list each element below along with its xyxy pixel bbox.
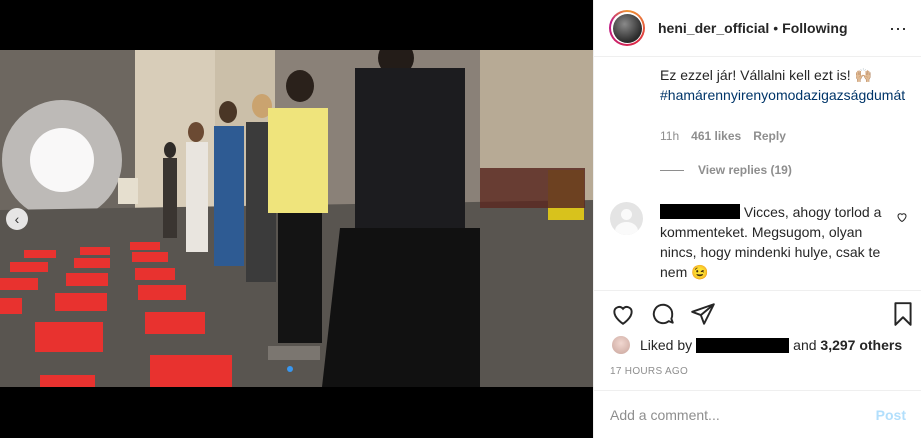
comment-text: Ez ezzel jár! Vállalni kell ezt is! 🙌🏼 #… xyxy=(660,65,910,105)
liked-by-prefix: Liked by xyxy=(640,337,693,353)
view-replies-button[interactable]: View replies (19) xyxy=(660,163,792,177)
comment-icon[interactable] xyxy=(650,301,676,327)
commenter-avatar[interactable] xyxy=(610,202,643,235)
carousel-dots xyxy=(287,366,293,372)
instagram-post-view: ‹ heni_der_official • Following ⋯ Ez ezz… xyxy=(0,0,921,438)
liked-by-and: and xyxy=(793,337,817,353)
comment-likes[interactable]: 461 likes xyxy=(691,129,741,143)
comment-like-heart-icon[interactable] xyxy=(896,211,908,223)
chevron-left-icon: ‹ xyxy=(14,211,20,227)
comment-body: Ez ezzel jár! Vállalni kell ezt is! 🙌🏼 xyxy=(660,67,872,83)
view-replies-label: View replies (19) xyxy=(698,163,792,177)
avatar-inner xyxy=(611,12,643,44)
comment-text: Vicces, ahogy torlod a kommenteket. Megs… xyxy=(660,202,896,282)
reply-button[interactable]: Reply xyxy=(753,129,786,143)
replies-divider xyxy=(660,169,684,171)
header-separator: • xyxy=(773,20,779,36)
post-side-panel: heni_der_official • Following ⋯ Ez ezzel… xyxy=(593,0,921,438)
add-comment-input[interactable] xyxy=(610,406,876,423)
add-comment-bar: Post xyxy=(594,390,921,438)
carousel-dot-active xyxy=(287,366,293,372)
avatar-image xyxy=(612,13,642,43)
share-icon[interactable] xyxy=(690,301,716,327)
bookmark-icon[interactable] xyxy=(890,301,916,327)
photo-scene xyxy=(0,50,593,387)
liked-by-others[interactable]: 3,297 others xyxy=(820,337,902,353)
post-header: heni_der_official • Following ⋯ xyxy=(594,0,921,57)
heart-icon[interactable] xyxy=(610,301,636,327)
redacted-username xyxy=(660,204,740,219)
more-options-icon[interactable]: ⋯ xyxy=(889,19,908,40)
post-timestamp[interactable]: 17 HOURS AGO xyxy=(610,366,688,377)
post-actions xyxy=(594,290,921,334)
liker-avatar[interactable] xyxy=(612,336,630,354)
comment-time[interactable]: 11h xyxy=(660,129,679,143)
previous-slide-button[interactable]: ‹ xyxy=(6,208,28,230)
liked-by-row[interactable]: Liked by and 3,297 others xyxy=(612,336,902,354)
post-comment-button[interactable]: Post xyxy=(876,407,906,423)
author-avatar[interactable] xyxy=(609,10,645,46)
author-username[interactable]: heni_der_official xyxy=(658,20,769,36)
post-media[interactable]: ‹ xyxy=(0,0,593,438)
hashtag-link[interactable]: #hamárennyirenyomodazigazságdumát xyxy=(660,87,905,103)
comments-list[interactable]: Ez ezzel jár! Vállalni kell ezt is! 🙌🏼 #… xyxy=(594,57,921,290)
post-photo[interactable] xyxy=(0,50,593,387)
following-button[interactable]: Following xyxy=(782,20,847,36)
comment-meta: 11h 461 likes Reply xyxy=(660,129,786,143)
redacted-liker-name xyxy=(696,337,790,353)
